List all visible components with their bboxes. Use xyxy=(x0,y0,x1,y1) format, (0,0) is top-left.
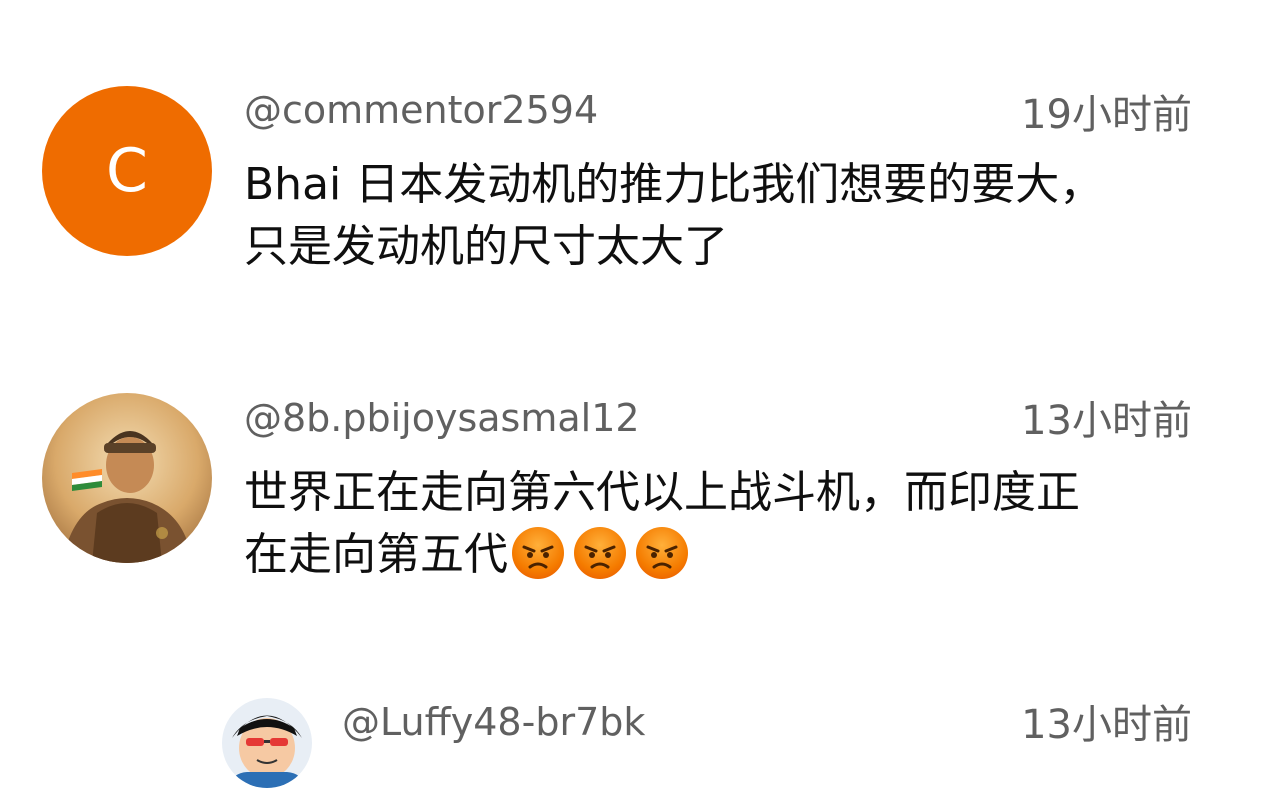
comment-author-handle[interactable]: @Luffy48-br7bk xyxy=(342,702,645,742)
comment-3: @Luffy48-br7bk 13小时前 xyxy=(0,0,1280,788)
comment-timestamp: 13小时前 xyxy=(1021,702,1192,748)
cartoon-avatar-icon xyxy=(222,698,312,788)
avatar[interactable] xyxy=(222,698,312,788)
